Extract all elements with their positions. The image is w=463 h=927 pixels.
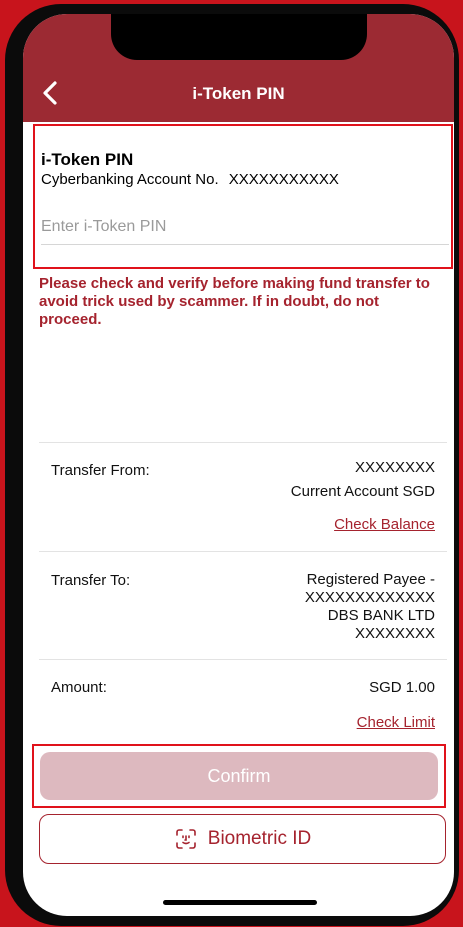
account-label: Cyberbanking Account No. [41, 171, 219, 188]
divider [39, 659, 447, 660]
face-id-icon [175, 829, 196, 849]
amount-label: Amount: [51, 679, 107, 696]
payee-account: XXXXXXXXXXXXX [304, 589, 435, 606]
transfer-from-label: Transfer From: [51, 462, 150, 479]
biometric-id-button[interactable]: Biometric ID [39, 814, 446, 864]
divider [39, 442, 447, 443]
from-account-type: Current Account SGD [290, 483, 435, 500]
phone-frame: i-Token PIN i-Token PIN Cyberbanking Acc… [5, 4, 459, 926]
pin-entry-section: i-Token PIN Cyberbanking Account No. XXX… [33, 124, 453, 269]
biometric-label: Biometric ID [207, 828, 312, 849]
transfer-to-value: Registered Payee - XXXXXXXXXXXXX DBS BAN… [305, 571, 435, 643]
phone-notch [111, 14, 367, 60]
transfer-from-value: XXXXXXXX Current Account SGD [291, 459, 435, 501]
account-number: XXXXXXXXXXX [228, 171, 339, 188]
divider [39, 551, 447, 552]
from-account-number: XXXXXXXX [354, 459, 435, 476]
check-limit-link[interactable]: Check Limit [357, 714, 435, 731]
payee-type: Registered Payee - [306, 571, 435, 588]
check-balance-link[interactable]: Check Balance [334, 516, 435, 533]
app-screen: i-Token PIN i-Token PIN Cyberbanking Acc… [23, 14, 454, 916]
confirm-highlight: Confirm [32, 744, 446, 808]
page-title: i-Token PIN [192, 84, 285, 103]
pin-input[interactable] [41, 210, 449, 245]
home-indicator [163, 900, 317, 905]
transfer-to-label: Transfer To: [51, 572, 131, 589]
amount-value: SGD 1.00 [369, 679, 435, 696]
confirm-button[interactable]: Confirm [40, 752, 438, 800]
account-row: Cyberbanking Account No. XXXXXXXXXXX [41, 171, 339, 188]
payee-bank-account: XXXXXXXX [354, 625, 435, 642]
header-bar: i-Token PIN [23, 14, 454, 122]
pin-section-title: i-Token PIN [41, 150, 134, 169]
scam-warning: Please check and verify before making fu… [39, 275, 430, 328]
payee-bank: DBS BANK LTD [327, 607, 435, 624]
